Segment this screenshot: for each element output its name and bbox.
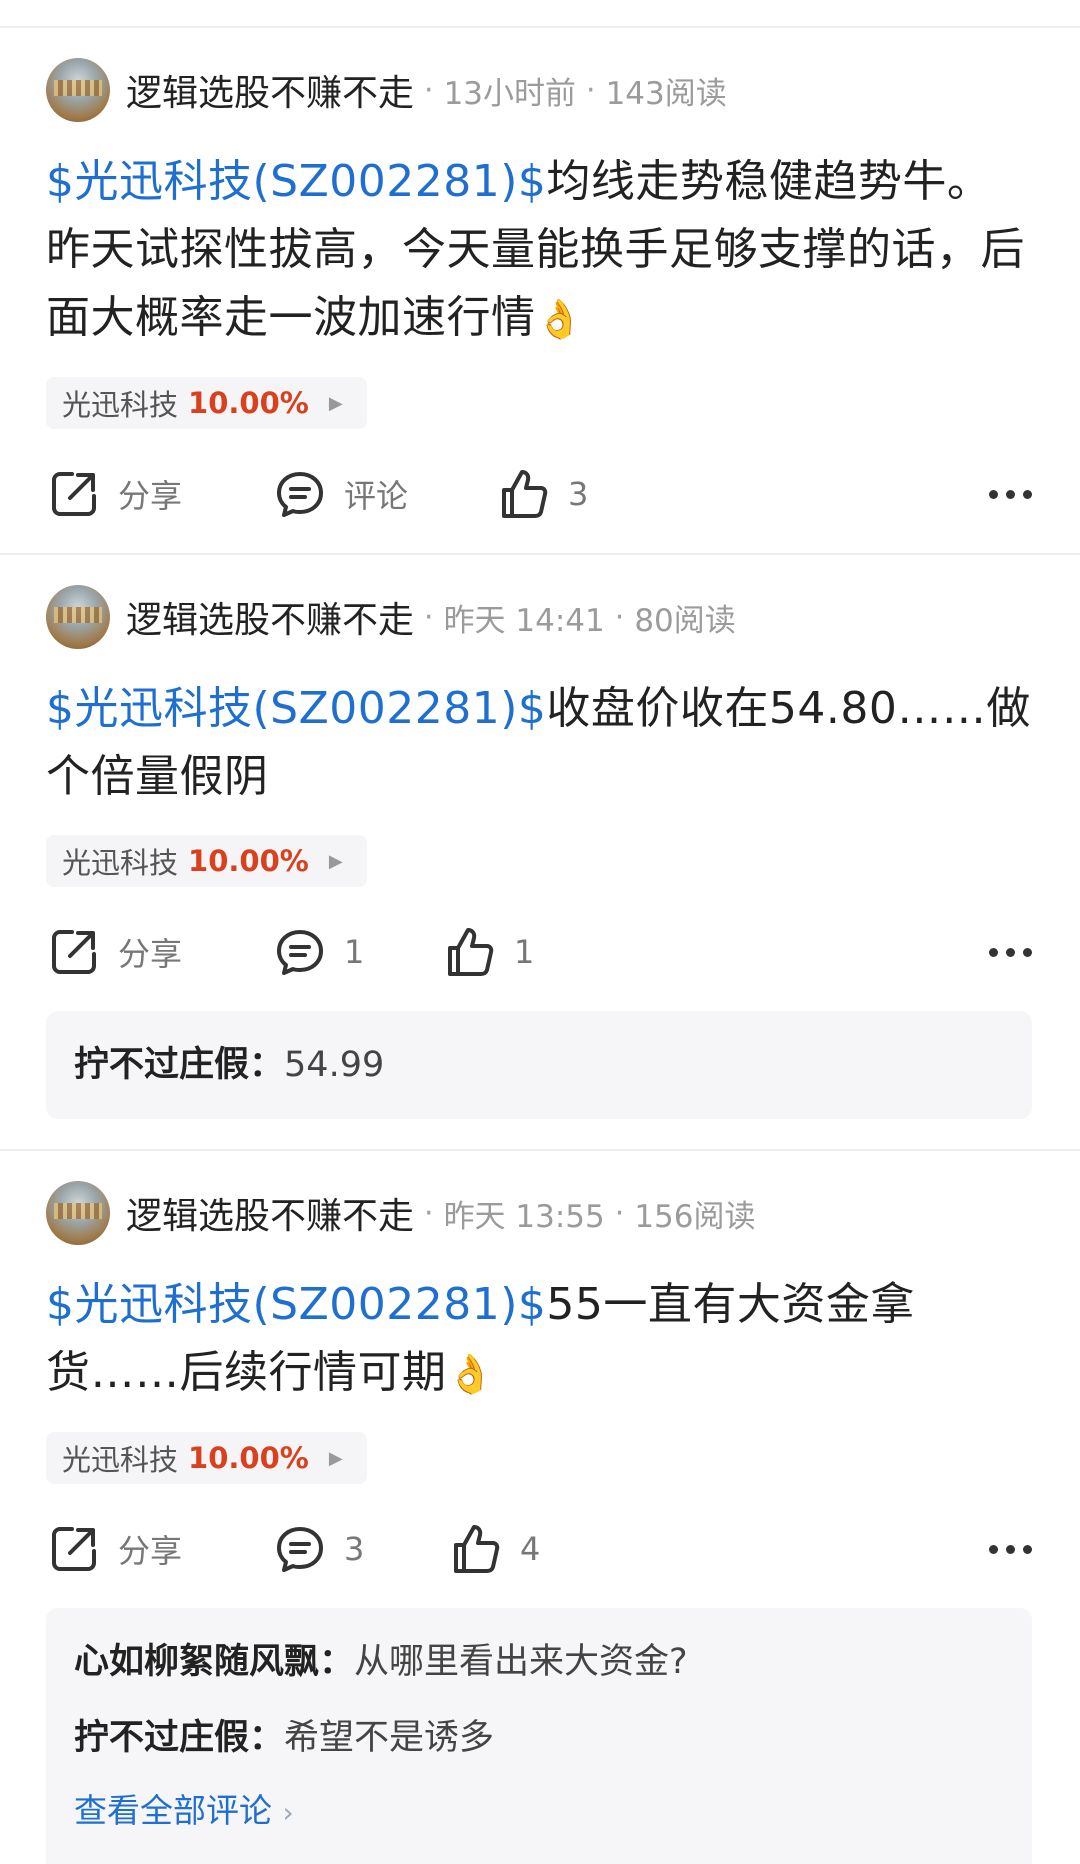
meta-separator: · — [424, 72, 434, 108]
action-bar: 分享 3 4 — [46, 1514, 1032, 1608]
share-icon — [52, 1527, 96, 1571]
see-all-label: 查看全部评论 — [74, 1791, 272, 1830]
share-icon — [52, 472, 96, 516]
read-count: 80阅读 — [634, 602, 736, 639]
stock-link[interactable]: $光迅科技(SZ002281)$ — [46, 156, 546, 207]
comment-icon — [277, 472, 323, 517]
post-card[interactable]: 逻辑选股不赚不走 · 昨天 13:55 · 156阅读 $光迅科技(SZ0022… — [0, 1151, 1080, 1864]
share-button[interactable]: 分享 — [46, 924, 272, 980]
more-options-icon[interactable] — [989, 947, 1032, 957]
post-card[interactable]: 逻辑选股不赚不走 · 13小时前 · 143阅读 $光迅科技(SZ002281)… — [0, 28, 1080, 555]
post-time: 昨天 14:41 — [443, 602, 605, 639]
stock-chip-name: 光迅科技 — [62, 1443, 179, 1477]
stock-link[interactable]: $光迅科技(SZ002281)$ — [46, 683, 546, 734]
post-header: 逻辑选股不赚不走 · 13小时前 · 143阅读 — [46, 28, 1032, 122]
author-name[interactable]: 逻辑选股不赚不走 — [126, 64, 414, 116]
comment-colon: ： — [319, 1642, 355, 1682]
more-options-icon[interactable] — [989, 489, 1032, 499]
ok-hand-emoji: 👌 — [535, 297, 584, 341]
comment-item[interactable]: 心如柳絮随风飘：从哪里看出来大资金? — [74, 1624, 1004, 1700]
stock-chip-name: 光迅科技 — [62, 846, 179, 880]
thumbs-up-icon — [448, 928, 494, 976]
share-button[interactable]: 分享 — [46, 1521, 272, 1577]
commenter-name[interactable]: 心如柳絮随风飘 — [74, 1642, 319, 1682]
comment-count: 1 — [344, 933, 365, 971]
stock-chip-change: 10.00% — [188, 844, 309, 878]
meta-separator: · — [424, 599, 434, 635]
read-count: 143阅读 — [605, 75, 727, 112]
commenter-name[interactable]: 拧不过庄假 — [74, 1718, 249, 1758]
avatar[interactable] — [46, 58, 110, 122]
action-bar: 分享 1 1 — [46, 917, 1032, 1011]
post-text[interactable]: $光迅科技(SZ002281)$收盘价收在54.80……做个倍量假阴 — [46, 675, 1032, 811]
author-name[interactable]: 逻辑选股不赚不走 — [126, 591, 414, 643]
chevron-right-icon: ▶ — [328, 1447, 343, 1469]
more-options-icon[interactable] — [989, 1544, 1032, 1554]
like-button[interactable]: 1 — [442, 924, 534, 980]
stock-chip[interactable]: 光迅科技 10.00% ▶ — [46, 1432, 367, 1484]
share-icon — [52, 930, 96, 974]
like-count: 1 — [514, 933, 535, 971]
share-label: 分享 — [118, 1532, 183, 1570]
stock-link[interactable]: $光迅科技(SZ002281)$ — [46, 1279, 546, 1330]
stock-chip-name: 光迅科技 — [62, 388, 179, 422]
top-divider — [0, 0, 1080, 28]
share-label: 分享 — [118, 935, 183, 973]
meta-separator: · — [586, 72, 596, 108]
like-button[interactable]: 3 — [496, 466, 588, 522]
post-time: 昨天 13:55 — [443, 1198, 605, 1235]
comment-icon — [277, 930, 323, 975]
like-count: 3 — [568, 475, 589, 513]
meta-separator: · — [614, 1195, 625, 1231]
meta-separator: · — [424, 1195, 434, 1231]
comment-preview[interactable]: 拧不过庄假：54.99 — [46, 1011, 1032, 1119]
comment-icon — [277, 1527, 323, 1572]
stock-chip-change: 10.00% — [188, 386, 309, 420]
comment-item[interactable]: 拧不过庄假：希望不是诱多 — [74, 1700, 1004, 1776]
post-card[interactable]: 逻辑选股不赚不走 · 昨天 14:41 · 80阅读 $光迅科技(SZ00228… — [0, 555, 1080, 1151]
chevron-right-icon: › — [282, 1796, 294, 1829]
comment-text: 54.99 — [284, 1045, 385, 1085]
post-time: 13小时前 — [443, 75, 577, 112]
stock-chip[interactable]: 光迅科技 10.00% ▶ — [46, 377, 367, 429]
commenter-name[interactable]: 拧不过庄假 — [74, 1045, 249, 1085]
post-header: 逻辑选股不赚不走 · 昨天 13:55 · 156阅读 — [46, 1151, 1032, 1245]
chevron-right-icon: ▶ — [328, 850, 343, 872]
ok-hand-emoji: 👌 — [446, 1352, 495, 1396]
author-name[interactable]: 逻辑选股不赚不走 — [126, 1187, 414, 1239]
comment-text: 希望不是诱多 — [284, 1718, 495, 1758]
share-label: 分享 — [118, 477, 183, 515]
avatar[interactable] — [46, 585, 110, 649]
share-button[interactable]: 分享 — [46, 466, 272, 522]
comment-button[interactable]: 评论 — [272, 466, 496, 522]
comment-colon: ： — [249, 1045, 285, 1085]
see-all-comments-link[interactable]: 查看全部评论 › — [74, 1776, 1004, 1848]
read-count: 156阅读 — [634, 1198, 756, 1235]
meta-separator: · — [614, 599, 625, 635]
comment-text: 从哪里看出来大资金? — [354, 1642, 688, 1682]
post-text[interactable]: $光迅科技(SZ002281)$均线走势稳健趋势牛。昨天试探性拔高，今天量能换手… — [46, 148, 1032, 353]
comment-colon: ： — [249, 1718, 285, 1758]
post-header: 逻辑选股不赚不走 · 昨天 14:41 · 80阅读 — [46, 555, 1032, 649]
chevron-right-icon: ▶ — [328, 392, 343, 414]
action-bar: 分享 评论 3 — [46, 459, 1032, 553]
post-feed: 逻辑选股不赚不走 · 13小时前 · 143阅读 $光迅科技(SZ002281)… — [0, 0, 1080, 1864]
like-button[interactable]: 4 — [448, 1521, 540, 1577]
comment-count: 3 — [344, 1530, 365, 1568]
stock-chip-change: 10.00% — [188, 1441, 309, 1475]
like-count: 4 — [520, 1530, 541, 1568]
thumbs-up-icon — [502, 470, 548, 518]
thumbs-up-icon — [454, 1525, 500, 1573]
post-text[interactable]: $光迅科技(SZ002281)$55一直有大资金拿货……后续行情可期👌 — [46, 1271, 1032, 1408]
avatar[interactable] — [46, 1181, 110, 1245]
comment-button[interactable]: 3 — [272, 1521, 448, 1577]
stock-chip[interactable]: 光迅科技 10.00% ▶ — [46, 835, 367, 887]
comment-preview[interactable]: 心如柳絮随风飘：从哪里看出来大资金? 拧不过庄假：希望不是诱多 查看全部评论 › — [46, 1608, 1032, 1864]
comment-label: 评论 — [344, 477, 409, 515]
comment-button[interactable]: 1 — [272, 924, 442, 980]
comment-item[interactable]: 拧不过庄假：54.99 — [74, 1027, 1004, 1103]
